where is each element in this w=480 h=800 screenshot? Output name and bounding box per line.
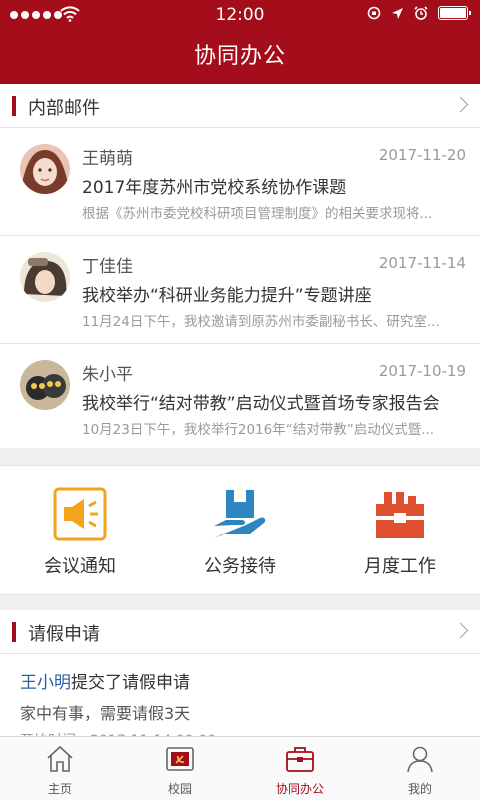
mail-preview: 10月23日下午，我校举行2016年“结对带教”启动仪式暨... <box>82 422 435 438</box>
tab-label: 协同办公 <box>275 782 324 796</box>
alarm-icon <box>414 6 428 20</box>
briefcase-icon <box>286 747 314 772</box>
tab-campus[interactable]: 校园 <box>120 737 240 800</box>
avatar <box>20 360 70 410</box>
leave-section-header[interactable]: 请假申请 <box>0 610 480 654</box>
mail-sender: 朱小平 <box>82 365 133 385</box>
mail-preview: 11月24日下午，我校邀请到原苏州市委副秘书长、研究室... <box>82 314 440 330</box>
mail-item[interactable]: 王萌萌 2017-11-20 2017年度苏州市党校系统协作课题 根据《苏州市委… <box>0 128 480 236</box>
chevron-right-icon[interactable] <box>452 622 469 639</box>
avatar <box>20 252 70 302</box>
meeting-notice-button[interactable]: 会议通知 <box>0 466 160 596</box>
app-header: 12:00 协同办公 <box>0 0 480 84</box>
monthly-work-button[interactable]: 月度工作 <box>320 466 480 596</box>
page-title: 协同办公 <box>193 44 286 69</box>
leave-reason: 家中有事，需要请假3天 <box>20 704 191 723</box>
tab-label: 我的 <box>407 782 432 796</box>
location-icon <box>392 7 403 19</box>
mail-subject: 我校举行“结对带教”启动仪式暨首场专家报告会 <box>82 394 440 414</box>
mail-date: 2017-10-19 <box>378 362 466 380</box>
campus-icon <box>166 747 194 771</box>
mail-list: 王萌萌 2017-11-20 2017年度苏州市党校系统协作课题 根据《苏州市委… <box>0 128 480 448</box>
toolbox-icon <box>376 492 424 538</box>
avatar <box>20 144 70 194</box>
mail-item[interactable]: 丁佳佳 2017-11-14 我校举办“科研业务能力提升”专题讲座 11月24日… <box>0 236 480 344</box>
tab-profile[interactable]: 我的 <box>360 737 480 800</box>
user-icon <box>407 746 433 773</box>
mail-item[interactable]: 朱小平 2017-10-19 我校举行“结对带教”启动仪式暨首场专家报告会 10… <box>0 344 480 448</box>
reception-hand-icon <box>214 490 266 538</box>
mail-subject: 我校举办“科研业务能力提升”专题讲座 <box>82 286 372 306</box>
leave-summary: 王小明提交了请假申请 <box>20 668 190 693</box>
leave-section-title: 请假申请 <box>28 624 100 645</box>
battery-icon <box>438 6 471 20</box>
official-reception-label: 公务接待 <box>204 556 276 577</box>
quick-actions: 会议通知 公务接待 月度工作 <box>0 465 480 595</box>
section-accent <box>12 96 16 116</box>
mail-sender: 王萌萌 <box>82 149 133 169</box>
monthly-work-label: 月度工作 <box>364 556 436 577</box>
mail-section-header[interactable]: 内部邮件 <box>0 84 480 128</box>
megaphone-icon <box>53 487 107 541</box>
mail-date: 2017-11-20 <box>378 146 466 164</box>
tab-label: 校园 <box>167 782 192 796</box>
rotation-lock-icon <box>367 6 381 20</box>
mail-subject: 2017年度苏州市党校系统协作课题 <box>82 178 347 198</box>
mail-section-title: 内部邮件 <box>28 98 100 119</box>
home-icon <box>47 745 73 772</box>
applicant-name[interactable]: 王小明 <box>20 673 71 693</box>
mail-sender: 丁佳佳 <box>82 257 133 277</box>
leave-item[interactable]: 王小明提交了请假申请 家中有事，需要请假3天 开始时间：2017-11-14 0… <box>0 654 480 738</box>
tab-collaboration[interactable]: 协同办公 <box>240 737 360 800</box>
leave-action-text: 提交了请假申请 <box>71 673 190 693</box>
mail-date: 2017-11-14 <box>378 254 466 272</box>
tab-bar: 主页 校园 协同办公 我的 <box>0 736 480 800</box>
tab-label: 主页 <box>47 782 72 796</box>
meeting-notice-label: 会议通知 <box>44 556 116 577</box>
chevron-right-icon[interactable] <box>452 96 469 113</box>
status-bar: 12:00 <box>0 0 480 30</box>
section-accent <box>12 622 16 642</box>
tab-home[interactable]: 主页 <box>0 737 120 800</box>
official-reception-button[interactable]: 公务接待 <box>160 466 320 596</box>
mail-preview: 根据《苏州市委党校科研项目管理制度》的相关要求现将... <box>82 206 433 222</box>
